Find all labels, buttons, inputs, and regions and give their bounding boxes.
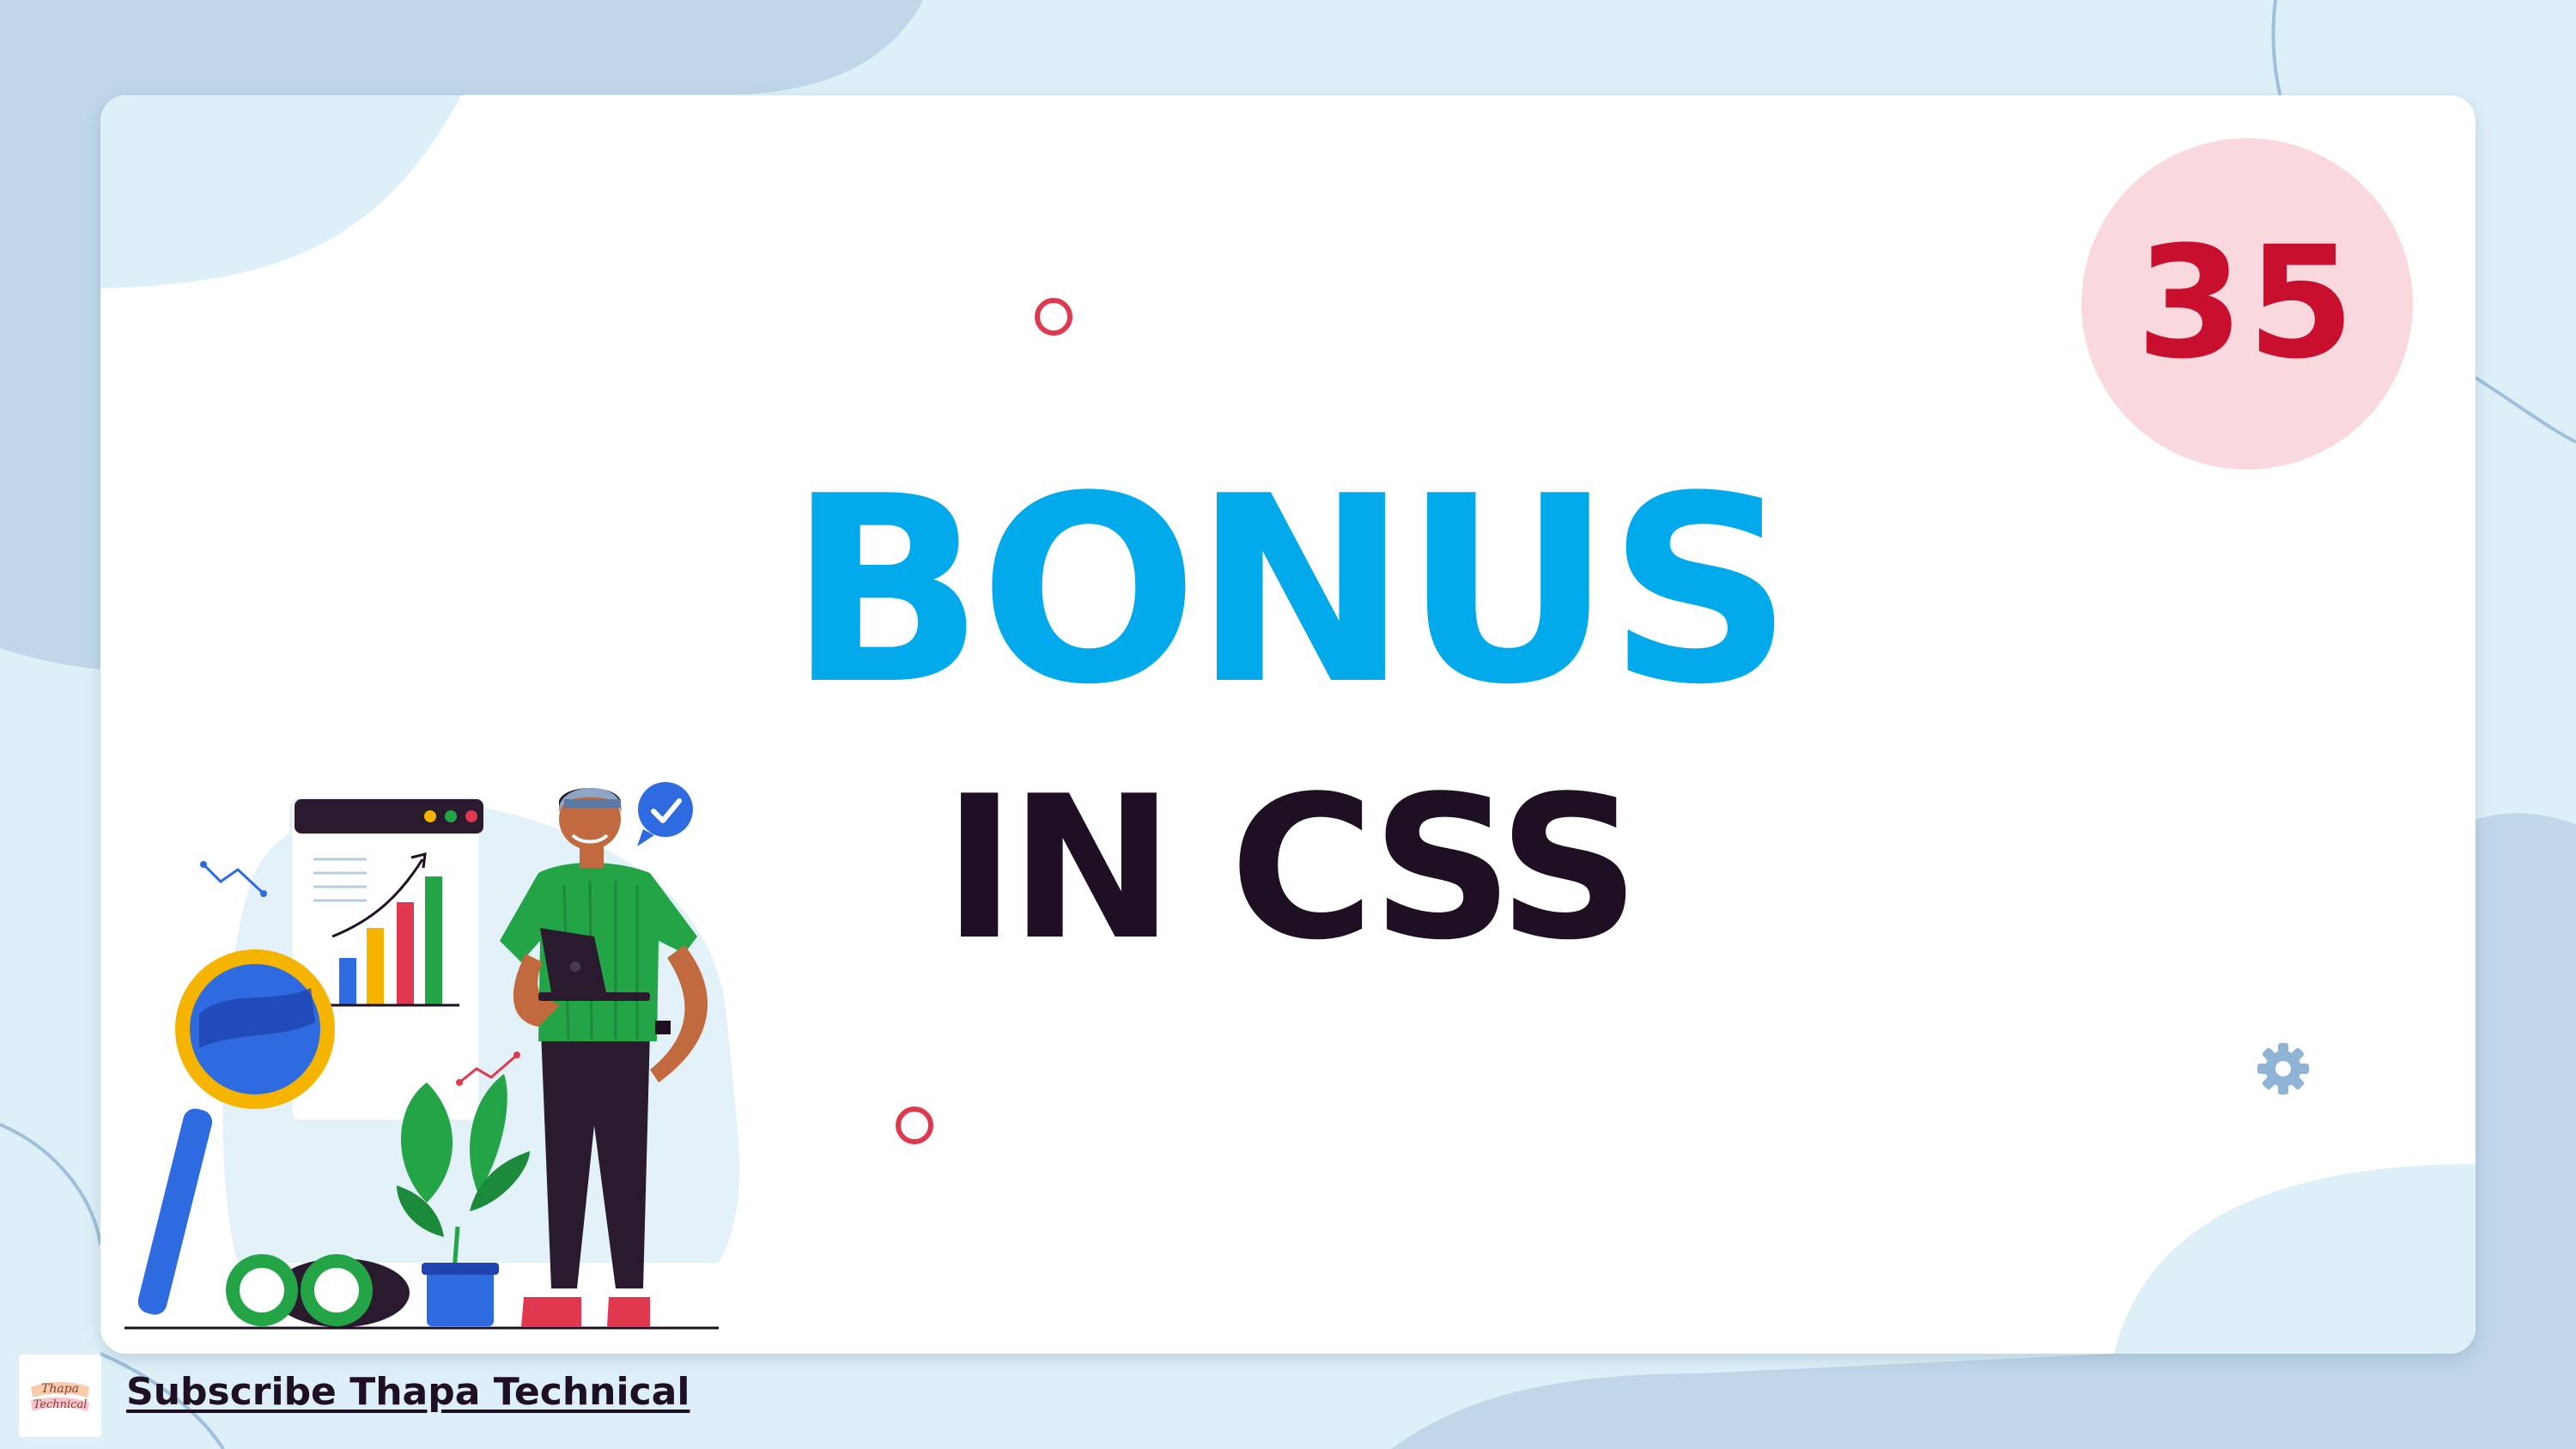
ring-decoration-top <box>1035 298 1072 336</box>
thumbnail-card: BONUS IN CSS 35 <box>100 95 2476 1354</box>
gear-icon <box>2257 1043 2309 1094</box>
episode-number: 35 <box>2136 214 2359 393</box>
logo-text-line2: Technical <box>33 1398 88 1411</box>
card-bottom-right-blob <box>2114 1164 2476 1354</box>
title-main: BONUS <box>787 441 1793 741</box>
title-sub: IN CSS <box>942 755 1640 984</box>
episode-badge: 35 <box>2081 138 2413 470</box>
ring-decoration-bottom <box>896 1106 933 1144</box>
subscribe-link[interactable]: Subscribe Thapa Technical <box>126 1370 690 1414</box>
card-top-left-blob <box>100 95 461 288</box>
logo-text-line1: Thapa <box>41 1382 79 1396</box>
channel-logo[interactable]: Thapa Technical <box>19 1355 101 1437</box>
binoculars-icon <box>226 1254 410 1327</box>
